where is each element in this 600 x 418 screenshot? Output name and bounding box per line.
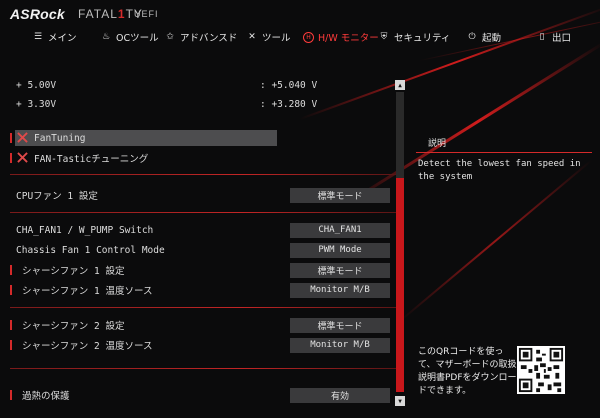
description-title: 説明 [428,139,447,149]
tab-security[interactable]: ⛨ セキュリティ [378,28,451,46]
tools-icon: ✕ [248,32,256,42]
cpu-fan1-mode-button[interactable]: 標準モード [290,187,390,203]
cha-fan1-pump-button[interactable]: CHA_FAN1 [290,222,390,238]
chassis-fan2-temp-button[interactable]: Monitor M/B [290,337,390,353]
fan-tastic-tuning-item[interactable]: FAN-Tasticチューニング [8,149,398,167]
item-marker [10,390,12,400]
flame-icon: ♨ [101,32,111,42]
item-marker [10,265,12,275]
list-icon: ☰ [33,32,43,42]
main-menu: ☰ メイン ♨ OCツール ✩ アドバンスド ✕ ツール H H/W モニター ⛨ セキュリ… [0,28,600,46]
cha-fan1-pump-switch[interactable]: CHA_FAN1 / W_PUMP Switch CHA_FAN1 [8,221,398,239]
hw-monitor-icon: H [303,31,314,43]
item-marker [10,340,12,350]
fan-tools-icon [17,152,28,163]
divider [10,368,396,369]
cpu-fan1-setting[interactable]: CPUファン 1 設定 標準モード [8,186,398,204]
chassis-fan1-setting[interactable]: シャーシファン 1 設定 標準モード [8,261,398,279]
tab-exit[interactable]: ▯ 出口 [536,28,572,46]
chassis-fan2-mode-button[interactable]: 標準モード [290,317,390,333]
chassis-fan1-temp-button[interactable]: Monitor M/B [290,282,390,298]
power-icon: ⏻ [468,32,476,42]
uefi-label: UEFI [134,9,159,19]
tab-advanced[interactable]: ✩ アドバンスド [164,28,237,46]
tab-hw-monitor[interactable]: H H/W モニター [303,28,379,46]
header: ASRock FATAL1TY UEFI ☰ メイン ♨ OCツール ✩ アドバンスド… [0,0,600,56]
qr-code [517,346,565,394]
overheat-protection[interactable]: 過熱の保護 有効 [8,386,398,404]
scrollbar[interactable]: ▲ ▼ [394,78,406,408]
tab-tools[interactable]: ✕ ツール [246,28,290,46]
chassis-fan1-control-button[interactable]: PWM Mode [290,242,390,258]
voltage-row-3v3: + 3.30V : +3.280 V [16,98,318,110]
chassis-fan1-control-mode[interactable]: Chassis Fan 1 Control Mode PWM Mode [8,241,398,259]
settings-panel: + 5.00V : +5.040 V + 3.30V : +3.280 V Fa… [8,70,402,410]
qr-note: このQRコードを使って、マザーボードの取扱説明書PDFをダウンロードできます。 [418,347,517,396]
voltage-row-5v: + 5.00V : +5.040 V [16,79,318,91]
star-icon: ✩ [166,32,174,42]
chassis-fan2-temp-source[interactable]: シャーシファン 2 温度ソース Monitor M/B [8,336,398,354]
tab-oc-tools[interactable]: ♨ OCツール [100,28,159,46]
tab-main[interactable]: ☰ メイン [32,28,77,46]
item-marker [10,285,12,295]
brand-logo: ASRock [10,6,65,22]
divider [10,212,396,213]
overheat-protection-button[interactable]: 有効 [290,387,390,403]
item-marker [10,153,12,163]
tab-boot[interactable]: ⏻ 起動 [466,28,501,46]
description-divider [416,152,592,153]
scroll-up-arrow-icon[interactable]: ▲ [395,80,405,90]
fan-tuning-item[interactable]: FanTuning [8,129,398,147]
divider [10,174,396,175]
item-marker [10,320,12,330]
description-text: Detect the lowest fan speed in the syste… [418,159,581,182]
fan-tools-icon [17,132,28,143]
chassis-fan1-mode-button[interactable]: 標準モード [290,262,390,278]
item-marker [10,133,12,143]
divider [10,307,396,308]
scroll-thumb[interactable] [396,178,404,392]
scroll-down-arrow-icon[interactable]: ▼ [395,396,405,406]
chassis-fan2-setting[interactable]: シャーシファン 2 設定 標準モード [8,316,398,334]
exit-icon: ▯ [539,32,545,42]
chassis-fan1-temp-source[interactable]: シャーシファン 1 温度ソース Monitor M/B [8,281,398,299]
shield-icon: ⛨ [380,32,388,42]
